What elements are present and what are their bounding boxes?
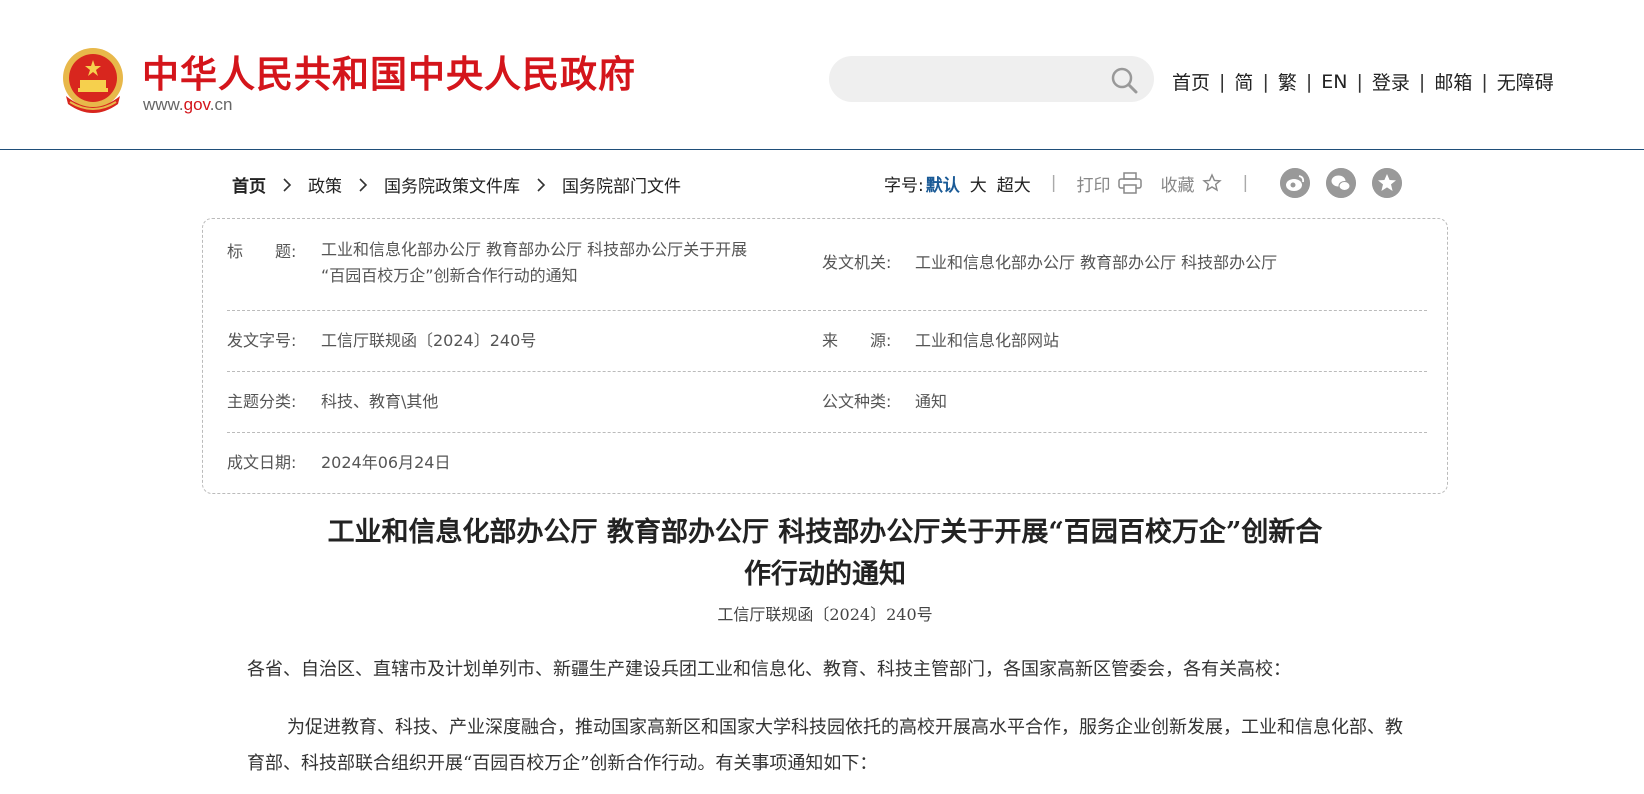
printer-icon[interactable]	[1118, 172, 1143, 194]
docno-value: 工信厅联规函〔2024〕240号	[321, 331, 537, 350]
chevron-right-icon	[283, 177, 292, 192]
site-header: 中华人民共和国中央人民政府 www.gov.cn 首页 | 简 | 繁 | EN…	[0, 0, 1644, 150]
type-value: 通知	[915, 392, 948, 411]
font-size-large-button[interactable]: 大	[970, 171, 987, 196]
breadcrumb-policy-library[interactable]: 国务院政策文件库	[384, 172, 520, 197]
tools-separator: |	[1242, 173, 1249, 193]
date-label: 成文日期:	[227, 453, 297, 472]
chevron-right-icon	[359, 177, 368, 192]
search-input[interactable]	[829, 56, 1154, 102]
breadcrumb-home[interactable]: 首页	[232, 172, 266, 197]
source-label: 来 源:	[822, 331, 892, 350]
date-value: 2024年06月24日	[321, 453, 451, 472]
article-title: 工业和信息化部办公厅 教育部办公厅 科技部办公厅关于开展“百园百校万企”创新合 …	[240, 512, 1410, 596]
nav-separator: |	[1305, 70, 1313, 93]
topic-label: 主题分类:	[227, 392, 297, 411]
font-size-default-button[interactable]: 默认	[926, 171, 960, 196]
top-nav: 首页 | 简 | 繁 | EN | 登录 | 邮箱 | 无障碍	[1172, 68, 1554, 95]
breadcrumb: 首页 政策 国务院政策文件库 国务院部门文件	[232, 172, 681, 197]
nav-accessibility-link[interactable]: 无障碍	[1497, 68, 1554, 95]
nav-separator: |	[1418, 70, 1426, 93]
nav-separator: |	[1356, 70, 1363, 93]
issuer-value: 工业和信息化部办公厅 教育部办公厅 科技部办公厅	[915, 253, 1278, 272]
article-tools: 字号: 默认 大 超大 | 打印 收藏 |	[884, 166, 1403, 200]
info-row-title: 标 题: 工业和信息化部办公厅 教育部办公厅 科技部办公厅关于开展 “百园百校万…	[227, 219, 1427, 311]
document-info-box: 标 题: 工业和信息化部办公厅 教育部办公厅 科技部办公厅关于开展 “百园百校万…	[202, 218, 1448, 494]
weibo-icon[interactable]	[1280, 168, 1311, 198]
site-url-gov: gov	[183, 95, 210, 114]
source-value: 工业和信息化部网站	[915, 331, 1060, 350]
issuer-label: 发文机关:	[822, 253, 892, 272]
title-value-line1: 工业和信息化部办公厅 教育部办公厅 科技部办公厅关于开展	[321, 240, 748, 259]
site-url-prefix: www.	[143, 95, 184, 114]
article-salutation: 各省、自治区、直辖市及计划单列市、新疆生产建设兵团工业和信息化、教育、科技主管部…	[247, 659, 1291, 680]
favorite-button[interactable]: 收藏	[1160, 171, 1194, 196]
nav-login-link[interactable]: 登录	[1372, 68, 1410, 95]
font-size-xlarge-button[interactable]: 超大	[997, 171, 1031, 196]
tools-separator: |	[1050, 173, 1057, 193]
info-row-docno: 发文字号: 工信厅联规函〔2024〕240号 来 源: 工业和信息化部网站	[227, 311, 1427, 372]
article-title-line2: 作行动的通知	[744, 559, 906, 590]
title-value: 工业和信息化部办公厅 教育部办公厅 科技部办公厅关于开展 “百园百校万企”创新合…	[321, 237, 811, 289]
nav-english-link[interactable]: EN	[1321, 71, 1347, 93]
title-value-line2: “百园百校万企”创新合作行动的通知	[321, 266, 578, 285]
nav-separator: |	[1262, 70, 1269, 93]
info-row-date: 成文日期: 2024年06月24日	[227, 433, 1427, 493]
article-paragraph: 为促进教育、科技、产业深度融合，推动国家高新区和国家大学科技园依托的高校开展高水…	[247, 717, 1403, 774]
docno-label: 发文字号:	[227, 331, 297, 350]
type-label: 公文种类:	[822, 392, 892, 411]
nav-separator: |	[1481, 70, 1488, 93]
breadcrumb-dept-docs[interactable]: 国务院部门文件	[562, 172, 681, 197]
search-icon[interactable]	[1110, 66, 1138, 94]
national-emblem-icon[interactable]	[60, 46, 126, 116]
title-label: 标 题:	[227, 242, 297, 261]
topic-value: 科技、教育\其他	[321, 392, 439, 411]
article-title-line1: 工业和信息化部办公厅 教育部办公厅 科技部办公厅关于开展“百园百校万企”创新合	[327, 517, 1323, 548]
print-button[interactable]: 打印	[1076, 171, 1110, 196]
wechat-icon[interactable]	[1326, 168, 1357, 198]
nav-mail-link[interactable]: 邮箱	[1434, 68, 1472, 95]
share-star-icon[interactable]	[1372, 168, 1403, 198]
nav-traditional-link[interactable]: 繁	[1278, 68, 1297, 95]
info-row-topic: 主题分类: 科技、教育\其他 公文种类: 通知	[227, 372, 1427, 433]
site-url[interactable]: www.gov.cn	[143, 95, 232, 115]
article-doc-number: 工信厅联规函〔2024〕240号	[717, 605, 933, 624]
breadcrumb-policy[interactable]: 政策	[308, 172, 342, 197]
chevron-right-icon	[537, 177, 546, 192]
site-title[interactable]: 中华人民共和国中央人民政府	[142, 44, 636, 98]
star-icon[interactable]	[1202, 173, 1223, 193]
nav-separator: |	[1219, 70, 1226, 93]
site-url-suffix: .cn	[209, 95, 233, 114]
nav-simplified-link[interactable]: 简	[1234, 68, 1253, 95]
nav-home-link[interactable]: 首页	[1172, 68, 1210, 95]
font-size-label: 字号:	[884, 175, 924, 196]
